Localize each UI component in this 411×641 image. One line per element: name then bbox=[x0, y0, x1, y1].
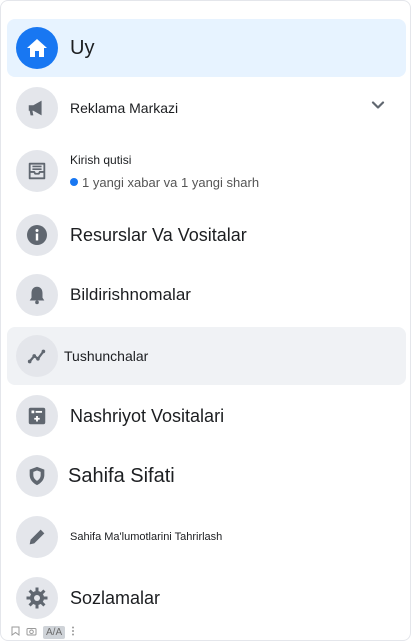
bookmark-icon[interactable] bbox=[11, 626, 20, 639]
menu-item-publishing-tools[interactable]: Nashriyot Vositalari bbox=[7, 387, 406, 445]
menu-item-home-label: Uy bbox=[70, 36, 95, 59]
menu-item-edit-page-info[interactable]: Sahifa Ma'lumotlarini Tahrirlash bbox=[7, 508, 406, 566]
menu-item-insights-label: Tushunchalar bbox=[64, 348, 149, 364]
inbox-subtitle: 1 yangi xabar va 1 yangi sharh bbox=[70, 175, 259, 190]
menu-item-settings-label: Sozlamalar bbox=[70, 587, 161, 608]
inbox-subtitle-text: 1 yangi xabar va 1 yangi sharh bbox=[82, 174, 260, 190]
menu-item-edit-page-info-label: Sahifa Ma'lumotlarini Tahrirlash bbox=[70, 531, 223, 543]
menu-item-insights[interactable]: Tushunchalar bbox=[7, 327, 406, 385]
gear-icon bbox=[16, 577, 58, 619]
chevron-down-icon[interactable] bbox=[370, 98, 386, 119]
menu-item-inbox[interactable]: Kirish qutisi 1 yangi xabar va 1 yangi s… bbox=[7, 139, 406, 203]
menu-item-home[interactable]: Uy bbox=[7, 19, 406, 77]
bell-icon bbox=[16, 274, 58, 316]
inbox-icon bbox=[16, 150, 58, 192]
publishing-tools-icon bbox=[16, 395, 58, 437]
menu-item-ad-center-label: Reklama Markazi bbox=[70, 100, 179, 116]
bottom-toolbar: A/A bbox=[1, 623, 101, 640]
pencil-icon bbox=[16, 516, 58, 558]
menu-item-page-quality-label: Sahifa Sifati bbox=[68, 464, 175, 487]
menu-item-resources-label: Resurslar Va Vositalar bbox=[70, 224, 247, 245]
aa-icon[interactable]: A/A bbox=[43, 625, 66, 639]
shield-icon bbox=[16, 455, 58, 497]
menu-item-inbox-label: Kirish qutisi bbox=[70, 152, 132, 167]
menu-item-resources[interactable]: Resurslar Va Vositalar bbox=[7, 206, 406, 264]
insights-icon bbox=[16, 335, 58, 377]
home-icon bbox=[16, 27, 58, 69]
menu-item-notifications-label: Bildirishnomalar bbox=[70, 285, 191, 304]
page-menu-panel: Uy Reklama Markazi Kirish qutisi 1 yangi… bbox=[0, 0, 411, 641]
menu-item-page-quality[interactable]: Sahifa Sifati bbox=[7, 447, 406, 505]
menu-item-ad-center[interactable]: Reklama Markazi bbox=[7, 79, 406, 137]
menu-item-notifications[interactable]: Bildirishnomalar bbox=[7, 266, 406, 324]
info-icon bbox=[16, 214, 58, 256]
unread-dot-icon bbox=[70, 178, 78, 186]
megaphone-icon bbox=[16, 87, 58, 129]
more-icon[interactable] bbox=[71, 626, 75, 639]
camera-icon[interactable] bbox=[26, 626, 37, 639]
menu-item-settings[interactable]: Sozlamalar bbox=[7, 569, 406, 627]
menu-item-publishing-tools-label: Nashriyot Vositalari bbox=[70, 405, 225, 426]
